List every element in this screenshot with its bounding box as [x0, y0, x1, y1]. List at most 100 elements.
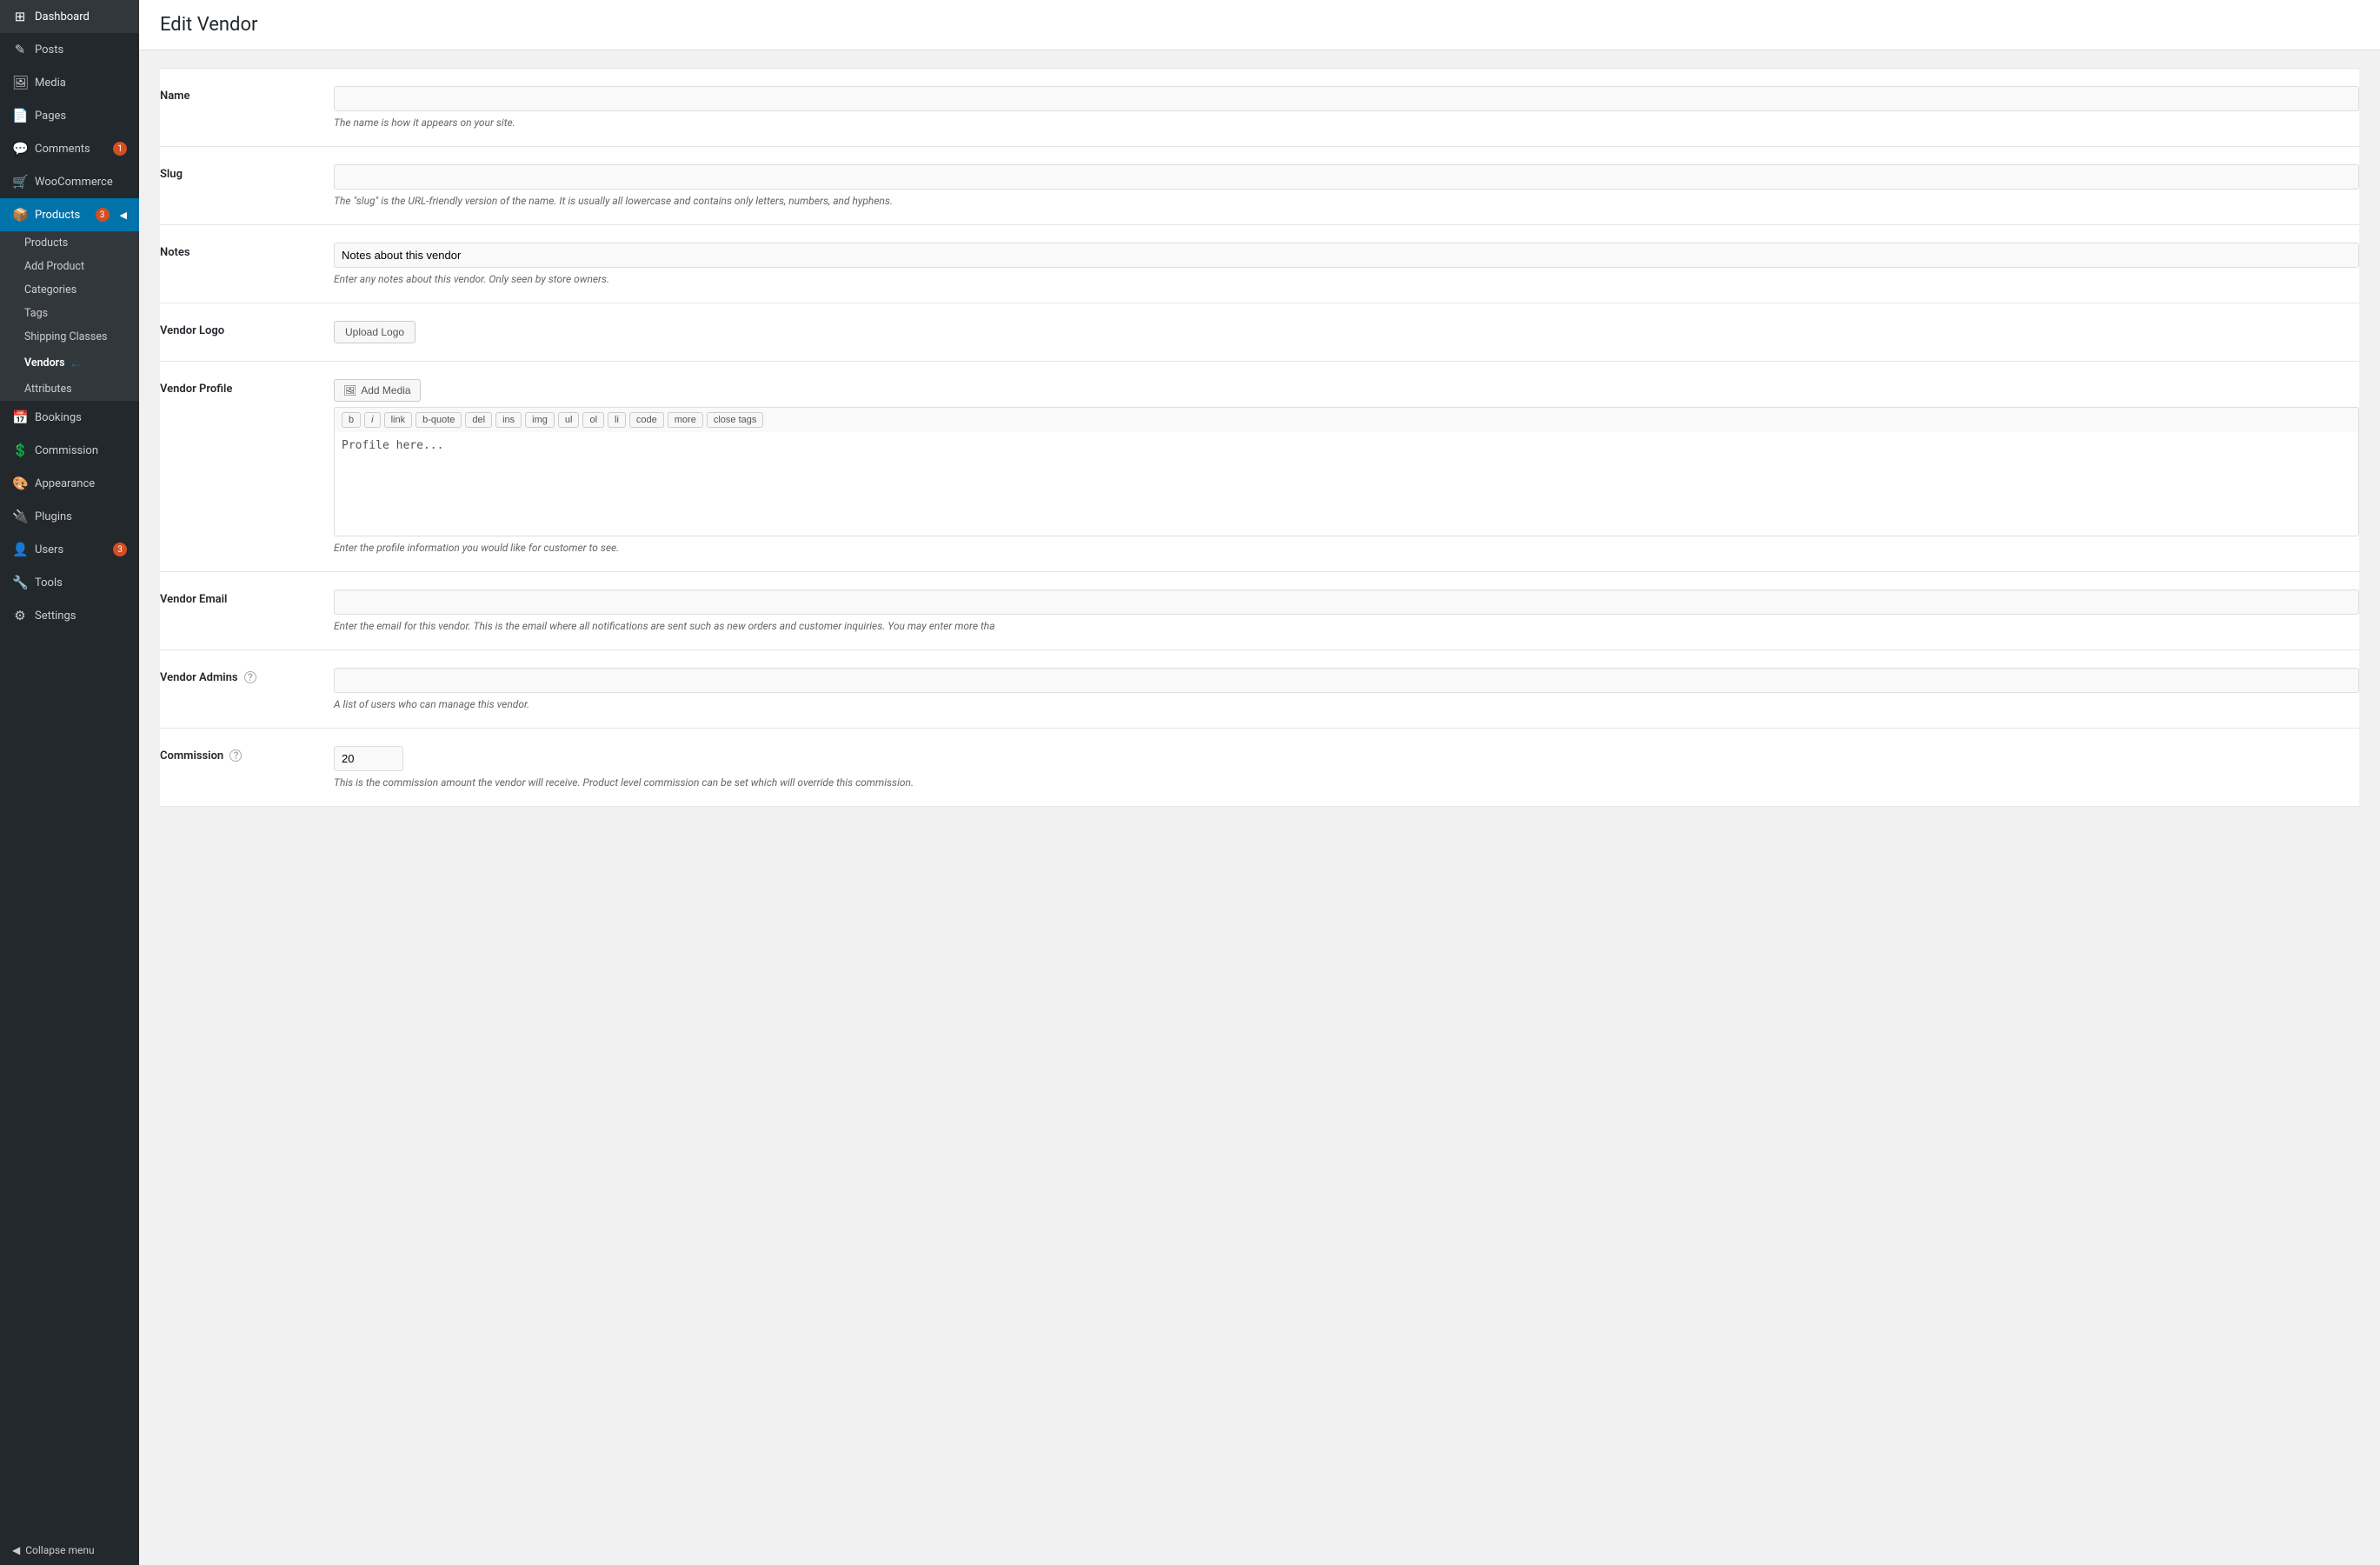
sidebar-sub-attributes[interactable]: Attributes — [0, 377, 139, 401]
sidebar-item-label: Comments — [35, 143, 90, 156]
sidebar-item-posts[interactable]: ✎ Posts — [0, 33, 139, 66]
vendor-admins-description: A list of users who can manage this vend… — [334, 698, 2359, 710]
vendor-admins-row: Vendor Admins ? A list of users who can … — [160, 650, 2359, 729]
sidebar-item-label: Media — [35, 77, 66, 90]
appearance-icon: 🎨 — [12, 476, 28, 491]
vendor-email-field: Enter the email for this vendor. This is… — [334, 586, 2359, 636]
sidebar-item-label: WooCommerce — [35, 176, 113, 189]
sidebar-item-pages[interactable]: 📄 Pages — [0, 99, 139, 132]
sidebar-item-label: Tools — [35, 576, 63, 589]
toolbar-btn-close-tags[interactable]: close tags — [707, 412, 764, 428]
collapse-icon: ◀ — [12, 1544, 20, 1556]
commission-field: This is the commission amount the vendor… — [334, 743, 2359, 792]
slug-description: The "slug" is the URL-friendly version o… — [334, 195, 2359, 207]
page-header: Edit Vendor — [139, 0, 2380, 50]
pages-icon: 📄 — [12, 108, 28, 123]
notes-input[interactable] — [334, 243, 2359, 268]
sidebar-item-tools[interactable]: 🔧 Tools — [0, 566, 139, 599]
sidebar-item-settings[interactable]: ⚙ Settings — [0, 599, 139, 632]
comments-badge: 1 — [113, 142, 127, 156]
vendor-logo-label: Vendor Logo — [160, 317, 334, 347]
products-submenu: Products Add Product Categories Tags Shi… — [0, 231, 139, 401]
vendor-profile-field: 🖼 Add Media b i link b-quote del ins img… — [334, 376, 2359, 557]
name-input[interactable] — [334, 86, 2359, 111]
vendor-profile-row: Vendor Profile 🖼 Add Media b i link b-qu… — [160, 362, 2359, 572]
products-arrow: ◀ — [120, 210, 127, 221]
toolbar-btn-ins[interactable]: ins — [495, 412, 522, 428]
vendor-logo-field: Upload Logo — [334, 317, 2359, 347]
slug-row: Slug The "slug" is the URL-friendly vers… — [160, 147, 2359, 225]
toolbar-btn-img[interactable]: img — [525, 412, 555, 428]
vendor-admins-tooltip-icon: ? — [244, 671, 256, 683]
toolbar-btn-del[interactable]: del — [465, 412, 492, 428]
toolbar-btn-link[interactable]: link — [384, 412, 413, 428]
name-row: Name The name is how it appears on your … — [160, 68, 2359, 147]
sidebar-item-label: Dashboard — [35, 10, 90, 23]
add-media-label: Add Media — [361, 384, 410, 396]
sidebar-item-label: Posts — [35, 43, 63, 57]
upload-logo-button[interactable]: Upload Logo — [334, 321, 416, 343]
commission-row: Commission ? This is the commission amou… — [160, 729, 2359, 807]
vendor-profile-label: Vendor Profile — [160, 376, 334, 557]
sidebar-item-commission[interactable]: 💲 Commission — [0, 434, 139, 467]
commission-input[interactable] — [334, 746, 403, 771]
sidebar-item-appearance[interactable]: 🎨 Appearance — [0, 467, 139, 500]
sidebar-item-media[interactable]: 🖼 Media — [0, 66, 139, 99]
products-icon: 📦 — [12, 207, 28, 223]
page-title: Edit Vendor — [160, 14, 2359, 36]
commission-label: Commission ? — [160, 743, 334, 792]
sidebar-item-label: Products — [35, 209, 80, 222]
sidebar-item-plugins[interactable]: 🔌 Plugins — [0, 500, 139, 533]
vendor-email-input[interactable] — [334, 589, 2359, 615]
toolbar-btn-li[interactable]: li — [608, 412, 626, 428]
sidebar-item-label: Bookings — [35, 411, 82, 424]
sidebar-item-bookings[interactable]: 📅 Bookings — [0, 401, 139, 434]
toolbar-btn-code[interactable]: code — [629, 412, 664, 428]
vendor-profile-description: Enter the profile information you would … — [334, 542, 2359, 554]
sidebar-item-comments[interactable]: 💬 Comments 1 — [0, 132, 139, 165]
sidebar-item-label: Users — [35, 543, 63, 556]
sidebar-item-woocommerce[interactable]: 🛒 WooCommerce — [0, 165, 139, 198]
sidebar-item-label: Settings — [35, 609, 76, 623]
sidebar-item-label: Plugins — [35, 510, 72, 523]
sidebar-item-users[interactable]: 👤 Users 3 — [0, 533, 139, 566]
sidebar-sub-products[interactable]: Products — [0, 231, 139, 255]
sidebar-item-label: Commission — [35, 444, 98, 457]
vendor-email-row: Vendor Email Enter the email for this ve… — [160, 572, 2359, 650]
toolbar-btn-ul[interactable]: ul — [558, 412, 580, 428]
vendor-profile-editor[interactable]: Profile here... — [334, 432, 2359, 536]
sidebar-item-products[interactable]: 📦 Products 3 ◀ — [0, 198, 139, 231]
form-container: Name The name is how it appears on your … — [139, 50, 2380, 824]
collapse-menu-btn[interactable]: ◀ Collapse menu — [0, 1535, 139, 1565]
add-media-button[interactable]: 🖼 Add Media — [334, 379, 421, 402]
vendor-admins-input[interactable] — [334, 668, 2359, 693]
notes-row: Notes Enter any notes about this vendor.… — [160, 225, 2359, 303]
toolbar-btn-more[interactable]: more — [668, 412, 703, 428]
slug-label: Slug — [160, 161, 334, 210]
vendor-logo-row: Vendor Logo Upload Logo — [160, 303, 2359, 362]
comments-icon: 💬 — [12, 141, 28, 156]
sidebar-sub-add-product[interactable]: Add Product — [0, 255, 139, 278]
toolbar-btn-ol[interactable]: ol — [582, 412, 604, 428]
editor-toolbar: b i link b-quote del ins img ul ol li co… — [334, 407, 2359, 432]
sidebar-sub-categories[interactable]: Categories — [0, 278, 139, 302]
sidebar: ⊞ Dashboard ✎ Posts 🖼 Media 📄 Pages 💬 Co… — [0, 0, 139, 1565]
sidebar-sub-shipping-classes[interactable]: Shipping Classes — [0, 325, 139, 349]
woocommerce-icon: 🛒 — [12, 174, 28, 190]
users-icon: 👤 — [12, 542, 28, 557]
vendor-admins-field: A list of users who can manage this vend… — [334, 664, 2359, 714]
notes-field: Enter any notes about this vendor. Only … — [334, 239, 2359, 289]
posts-icon: ✎ — [12, 42, 28, 57]
toolbar-btn-i[interactable]: i — [364, 412, 380, 428]
sidebar-sub-tags[interactable]: Tags — [0, 302, 139, 325]
plugins-icon: 🔌 — [12, 509, 28, 524]
sidebar-item-dashboard[interactable]: ⊞ Dashboard — [0, 0, 139, 33]
slug-field: The "slug" is the URL-friendly version o… — [334, 161, 2359, 210]
slug-input[interactable] — [334, 164, 2359, 190]
toolbar-btn-b[interactable]: b — [342, 412, 361, 428]
toolbar-btn-bquote[interactable]: b-quote — [416, 412, 462, 428]
dashboard-icon: ⊞ — [12, 9, 28, 24]
sidebar-sub-vendors[interactable]: Vendors ← — [0, 349, 139, 377]
name-label: Name — [160, 83, 334, 132]
bookings-icon: 📅 — [12, 410, 28, 425]
